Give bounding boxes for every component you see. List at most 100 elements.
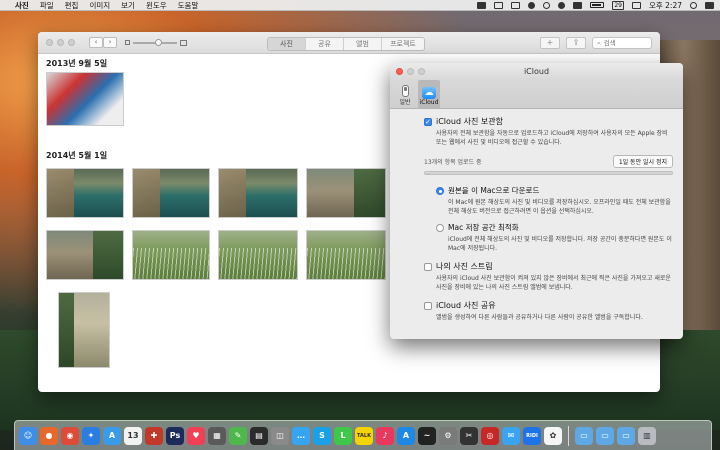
photo-stream-label[interactable]: 나의 사진 스트림 (436, 261, 493, 272)
close-button[interactable] (46, 39, 53, 46)
optimize-storage-radio[interactable] (436, 223, 444, 232)
slider-track[interactable] (133, 38, 177, 46)
menu-image[interactable]: 이미지 (89, 0, 110, 11)
pocket-icon[interactable]: ♥ (187, 426, 205, 445)
photo-sharing-label[interactable]: iCloud 사진 공유 (436, 300, 496, 311)
clock-status-icon[interactable] (528, 1, 536, 9)
itunes-icon[interactable]: ♪ (376, 426, 394, 445)
messages-icon[interactable]: … (292, 426, 310, 445)
folder-downloads-icon[interactable]: ▭ (617, 426, 635, 445)
back-button[interactable]: ‹ (89, 37, 103, 48)
date-badge[interactable]: 29 (612, 0, 624, 10)
forward-button[interactable]: › (103, 37, 117, 48)
slider-knob[interactable] (155, 38, 162, 46)
evernote-icon[interactable]: ✎ (229, 426, 247, 445)
chrome-icon[interactable]: ◉ (61, 426, 79, 445)
photo-thumbnail[interactable] (132, 168, 210, 218)
photo-thumbnail[interactable] (132, 230, 210, 280)
talk-icon[interactable]: TALK (355, 426, 373, 445)
photo-stream-checkbox[interactable] (424, 262, 432, 271)
photo-booth-icon[interactable]: ◎ (481, 426, 499, 445)
icloud-library-checkbox[interactable]: ✓ (424, 117, 432, 126)
tab-shared[interactable]: 공유 (306, 38, 344, 50)
optimize-storage-label[interactable]: Mac 저장 공간 최적화 (448, 222, 519, 233)
input-source-icon[interactable] (631, 1, 641, 9)
trash-icon[interactable]: ▥ (638, 426, 656, 445)
photo-thumbnail[interactable] (46, 168, 124, 218)
photo-thumbnail[interactable] (218, 168, 298, 218)
nav-buttons: ‹ › (89, 37, 117, 48)
finder-icon[interactable]: ☺ (19, 426, 37, 445)
optimize-storage-option[interactable]: Mac 저장 공간 최적화 (436, 222, 673, 233)
activity-icon[interactable]: ~ (418, 426, 436, 445)
icloud-library-label[interactable]: iCloud 사진 보관함 (436, 116, 503, 127)
photo-stream-option[interactable]: 나의 사진 스트림 (424, 261, 673, 272)
share-button[interactable]: ⇪ (566, 36, 586, 49)
download-originals-label[interactable]: 원본을 이 Mac으로 다운로드 (448, 185, 539, 196)
menu-edit[interactable]: 편집 (65, 0, 79, 11)
menu-app-photos[interactable]: 사진 (15, 0, 29, 11)
tab-icloud[interactable]: ☁ iCloud (418, 80, 440, 108)
minimize-button[interactable] (57, 39, 64, 46)
icloud-preferences-panel: iCloud 일반 ☁ iCloud ✓ iCloud 사진 보관함 사용자의 … (390, 63, 683, 339)
battery-icon[interactable] (590, 2, 605, 8)
ridi-icon[interactable]: RIDI (523, 426, 541, 445)
spotlight-icon[interactable] (690, 1, 697, 9)
photo-thumbnail[interactable] (58, 292, 110, 368)
tab-projects[interactable]: 프로젝트 (382, 38, 424, 50)
airplay-icon[interactable] (511, 1, 521, 9)
safari-icon[interactable]: ✦ (82, 426, 100, 445)
preview-icon[interactable]: ◫ (271, 426, 289, 445)
menu-help[interactable]: 도움말 (178, 0, 199, 11)
add-button[interactable]: + (540, 36, 560, 49)
search-input[interactable] (603, 38, 648, 47)
photo-sharing-checkbox[interactable] (424, 301, 432, 310)
evernote-status-icon[interactable] (494, 1, 504, 9)
zoom-button[interactable] (68, 39, 75, 46)
menu-view[interactable]: 보기 (121, 0, 135, 11)
folder-docs-icon[interactable]: ▭ (596, 426, 614, 445)
icloud-library-option[interactable]: ✓ iCloud 사진 보관함 (424, 116, 673, 127)
menu-window[interactable]: 윈도우 (146, 0, 167, 11)
search-field[interactable]: ⌕ (592, 36, 652, 49)
tab-albums[interactable]: 앨범 (344, 38, 382, 50)
calendar-icon[interactable]: 13 (124, 426, 142, 445)
tab-general[interactable]: 일반 (394, 80, 416, 108)
notes-icon[interactable]: ▤ (250, 426, 268, 445)
notification-center-icon[interactable] (705, 1, 714, 9)
skype-icon[interactable]: S (313, 426, 331, 445)
airmail-icon[interactable]: ✉ (502, 426, 520, 445)
appstore-icon[interactable]: A (397, 426, 415, 445)
zoom-slider[interactable] (125, 38, 187, 46)
photo-stream-description: 사용자의 iCloud 사진 보관함이 켜져 있지 않은 장비에서 최근에 찍은… (436, 275, 671, 291)
photo-thumbnail[interactable] (306, 168, 386, 218)
wifi-icon[interactable] (558, 1, 566, 9)
download-originals-option[interactable]: 원본을 이 Mac으로 다운로드 (436, 185, 673, 196)
photoshop-icon[interactable]: Ps (166, 426, 184, 445)
photo-thumbnail[interactable] (218, 230, 298, 280)
volume-icon[interactable] (573, 1, 583, 9)
app-store-icon[interactable]: A (103, 426, 121, 445)
system-prefs-icon[interactable]: ⚙ (439, 426, 457, 445)
small-thumb-icon (125, 40, 130, 45)
toolbox-icon[interactable]: ✚ (145, 426, 163, 445)
photos-icon[interactable]: ✿ (544, 426, 562, 445)
line-icon[interactable]: L (334, 426, 352, 445)
menu-clock[interactable]: 오후 2:27 (649, 0, 682, 11)
tab-photos[interactable]: 사진 (268, 38, 306, 50)
final-cut-icon[interactable]: ✂ (460, 426, 478, 445)
dropbox-icon[interactable] (477, 1, 487, 9)
photo-thumbnail[interactable] (306, 230, 386, 280)
kakaotalk-icon[interactable]: ▦ (208, 426, 226, 445)
download-originals-description: 이 Mac에 원본 해상도의 사진 및 비디오를 저장하십시오. 오프라인일 때… (448, 199, 671, 215)
firefox-icon[interactable]: ● (40, 426, 58, 445)
download-originals-radio[interactable] (436, 186, 444, 195)
folder-apps-icon[interactable]: ▭ (575, 426, 593, 445)
menu-file[interactable]: 파일 (40, 0, 54, 11)
pause-upload-button[interactable]: 1일 동안 일시 정지 (612, 155, 673, 168)
photo-sharing-option[interactable]: iCloud 사진 공유 (424, 300, 673, 311)
bluetooth-icon[interactable] (543, 1, 551, 9)
photo-thumbnail[interactable] (46, 230, 124, 280)
photo-thumbnail[interactable] (46, 72, 124, 126)
